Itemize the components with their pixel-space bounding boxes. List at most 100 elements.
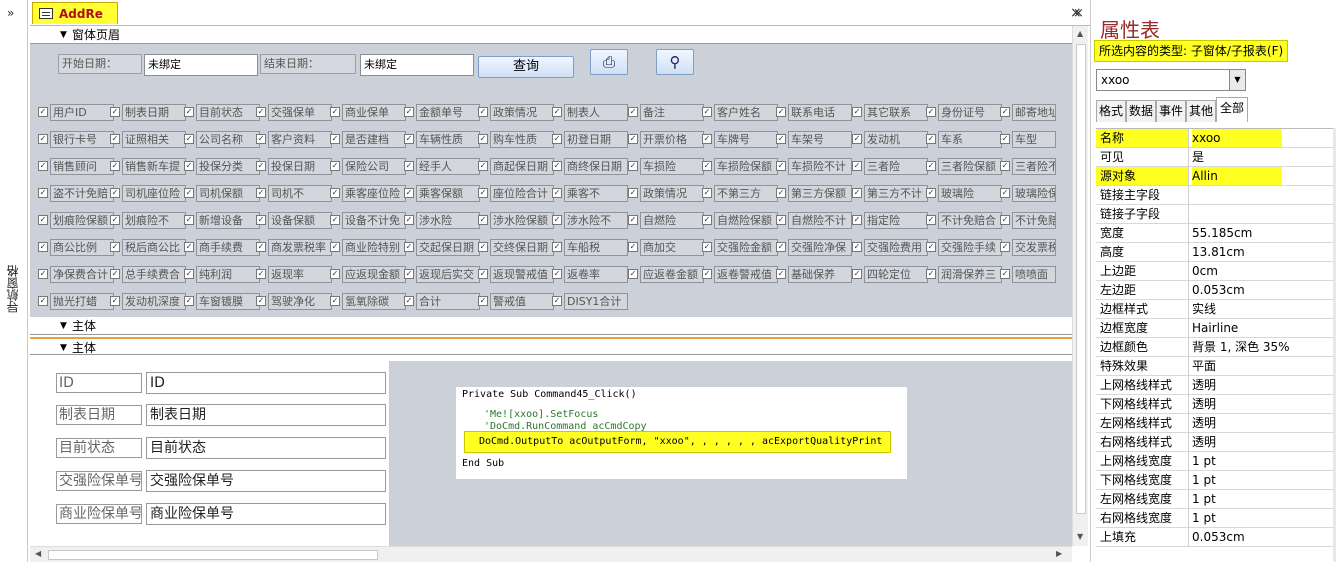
field-checkbox[interactable]: ✓	[1000, 215, 1010, 225]
scroll-down-icon[interactable]: ▼	[1077, 532, 1083, 541]
field-checkbox[interactable]: ✓	[478, 107, 488, 117]
field-checkbox[interactable]: ✓	[776, 269, 786, 279]
field-checkbox[interactable]: ✓	[330, 242, 340, 252]
property-row[interactable]: 链接主字段	[1096, 186, 1336, 205]
subform-xxoo[interactable]: ID ID 制表日期 制表日期 目前状态 目前状态 交强险保单号 交强险保单号 商业险保单号 商业…	[30, 361, 390, 546]
field-checkbox[interactable]: ✓	[1000, 134, 1010, 144]
scroll-right-icon[interactable]: ▶	[1056, 549, 1062, 558]
property-row[interactable]: 右网格线宽度 1 pt	[1096, 509, 1336, 528]
export-button[interactable]: ⎙	[590, 49, 628, 75]
field-checkbox[interactable]: ✓	[404, 242, 414, 252]
property-value[interactable]: xxoo	[1192, 129, 1221, 147]
property-value[interactable]: 0cm	[1192, 262, 1218, 280]
property-tab[interactable]: 事件	[1156, 100, 1186, 122]
field-checkbox[interactable]: ✓	[404, 161, 414, 171]
field-checkbox[interactable]: ✓	[852, 161, 862, 171]
field-checkbox[interactable]: ✓	[110, 215, 120, 225]
section-bar-form-header[interactable]: ▼ 窗体页眉	[30, 26, 1072, 44]
field-checkbox[interactable]: ✓	[702, 215, 712, 225]
field-checkbox[interactable]: ✓	[38, 188, 48, 198]
scroll-up-icon[interactable]: ▲	[1077, 29, 1083, 38]
navigation-pane[interactable]: » 导航窗格	[0, 0, 28, 562]
field-checkbox[interactable]: ✓	[184, 296, 194, 306]
property-value[interactable]: 0.053cm	[1192, 281, 1245, 299]
property-row[interactable]: 左边距 0.053cm	[1096, 281, 1336, 300]
field-checkbox[interactable]: ✓	[404, 269, 414, 279]
subform-field-value[interactable]: 目前状态	[146, 437, 386, 459]
field-checkbox[interactable]: ✓	[330, 134, 340, 144]
scroll-thumb[interactable]	[1076, 44, 1086, 514]
form-design-surface[interactable]: ▼ 窗体页眉 开始日期： 未绑定 结束日期： 未绑定 查询 ⎙ ⚲ ✓ 用户ID ✓ 制…	[30, 26, 1072, 546]
field-checkbox[interactable]: ✓	[184, 188, 194, 198]
property-tab[interactable]: 格式	[1096, 100, 1126, 122]
property-tab[interactable]: 数据	[1126, 100, 1156, 122]
field-checkbox[interactable]: ✓	[628, 242, 638, 252]
field-checkbox[interactable]: ✓	[1000, 107, 1010, 117]
scroll-left-icon[interactable]: ◀	[35, 549, 41, 558]
field-checkbox[interactable]: ✓	[478, 188, 488, 198]
subform-field-value[interactable]: 制表日期	[146, 404, 386, 426]
field-checkbox[interactable]: ✓	[478, 215, 488, 225]
field-checkbox[interactable]: ✓	[256, 215, 266, 225]
property-value[interactable]: 1 pt	[1192, 490, 1216, 508]
field-checkbox[interactable]: ✓	[628, 134, 638, 144]
property-grid[interactable]: 名称 xxoo 可见 是源对象 Allin 链接主字段 链接子字段 宽度 55.185cm 高度 1…	[1096, 128, 1336, 562]
field-checkbox[interactable]: ✓	[702, 242, 712, 252]
field-checkbox[interactable]: ✓	[330, 296, 340, 306]
property-row[interactable]: 宽度 55.185cm	[1096, 224, 1336, 243]
property-row[interactable]: 下网格线样式 透明	[1096, 395, 1336, 414]
field-checkbox[interactable]: ✓	[110, 242, 120, 252]
field-checkbox[interactable]: ✓	[404, 107, 414, 117]
property-row[interactable]: 边框样式 实线	[1096, 300, 1336, 319]
property-row[interactable]: 上网格线样式 透明	[1096, 376, 1336, 395]
property-value[interactable]: 透明	[1192, 433, 1216, 451]
close-property-sheet-icon[interactable]: ×	[1073, 6, 1084, 21]
property-row[interactable]: 边框宽度 Hairline	[1096, 319, 1336, 338]
property-row[interactable]: 名称 xxoo	[1096, 129, 1336, 148]
field-checkbox[interactable]: ✓	[110, 161, 120, 171]
property-row[interactable]: 高度 13.81cm	[1096, 243, 1336, 262]
field-checkbox[interactable]: ✓	[38, 269, 48, 279]
field-checkbox[interactable]: ✓	[1000, 269, 1010, 279]
field-checkbox[interactable]: ✓	[552, 107, 562, 117]
start-date-input[interactable]: 未绑定	[144, 54, 258, 76]
field-checkbox[interactable]: ✓	[552, 269, 562, 279]
field-checkbox[interactable]: ✓	[776, 161, 786, 171]
property-value[interactable]: 1 pt	[1192, 509, 1216, 527]
property-tab[interactable]: 全部	[1216, 97, 1248, 122]
property-row[interactable]: 左网格线宽度 1 pt	[1096, 490, 1336, 509]
property-row[interactable]: 可见 是	[1096, 148, 1336, 167]
property-value[interactable]: 背景 1, 深色 35%	[1192, 338, 1290, 356]
field-checkbox[interactable]: ✓	[1000, 242, 1010, 252]
field-checkbox[interactable]: ✓	[330, 269, 340, 279]
field-checkbox[interactable]: ✓	[330, 107, 340, 117]
field-checkbox[interactable]: ✓	[776, 242, 786, 252]
field-checkbox[interactable]: ✓	[776, 215, 786, 225]
field-checkbox[interactable]: ✓	[1000, 161, 1010, 171]
field-checkbox[interactable]: ✓	[552, 296, 562, 306]
property-row[interactable]: 边框颜色 背景 1, 深色 35%	[1096, 338, 1336, 357]
section-bar-subform-detail[interactable]: ▼ 主体	[30, 337, 1072, 355]
field-checkbox[interactable]: ✓	[184, 161, 194, 171]
property-tab[interactable]: 其他	[1186, 100, 1216, 122]
field-checkbox[interactable]: ✓	[628, 215, 638, 225]
field-checkbox[interactable]: ✓	[256, 161, 266, 171]
field-checkbox[interactable]: ✓	[478, 161, 488, 171]
field-checkbox[interactable]: ✓	[702, 161, 712, 171]
field-checkbox[interactable]: ✓	[552, 215, 562, 225]
field-checkbox[interactable]: ✓	[256, 188, 266, 198]
field-checkbox[interactable]: ✓	[776, 188, 786, 198]
property-value[interactable]: 实线	[1192, 300, 1216, 318]
chevron-down-icon[interactable]: ▼	[1229, 70, 1245, 90]
field-checkbox[interactable]: ✓	[38, 242, 48, 252]
field-checkbox[interactable]: ✓	[852, 188, 862, 198]
property-value[interactable]: 0.053cm	[1192, 528, 1245, 546]
field-checkbox[interactable]: ✓	[852, 269, 862, 279]
subform-field-value[interactable]: 商业险保单号	[146, 503, 386, 525]
property-value[interactable]: Hairline	[1192, 319, 1238, 337]
field-checkbox[interactable]: ✓	[702, 269, 712, 279]
field-checkbox[interactable]: ✓	[184, 242, 194, 252]
field-checkbox[interactable]: ✓	[110, 269, 120, 279]
field-checkbox[interactable]: ✓	[404, 296, 414, 306]
field-checkbox[interactable]: ✓	[330, 188, 340, 198]
